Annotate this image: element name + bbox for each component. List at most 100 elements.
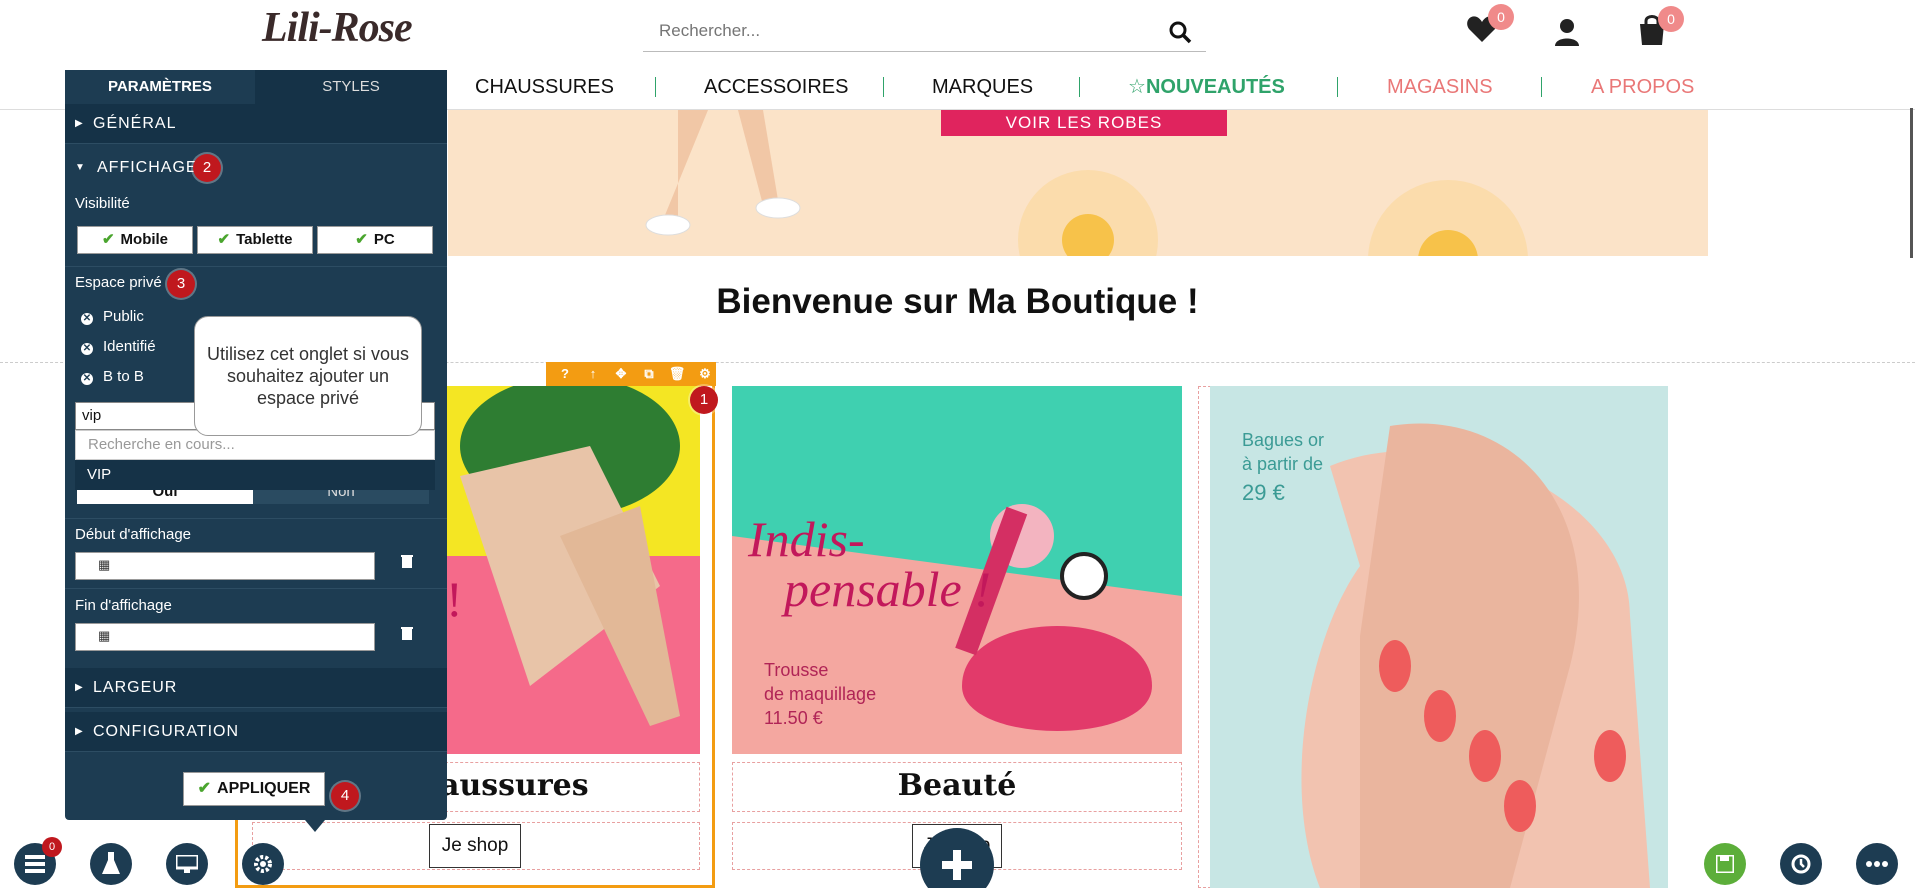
layers-button[interactable]: 0 <box>14 837 62 885</box>
block-toolbar: ? ↑ ✥ ⧉ 🗑 ⚙ <box>546 362 716 386</box>
step-badge-3: 3 <box>167 270 195 298</box>
nav-item-chaussures[interactable]: CHAUSSURES <box>475 72 614 102</box>
option-label: Identifié <box>103 338 156 355</box>
product-image-bagues[interactable]: Bagues or à partir de 29 € <box>1210 386 1668 888</box>
history-button[interactable] <box>1780 843 1822 885</box>
promo-line-1: Indis- <box>747 511 865 567</box>
toggle-label: PC <box>373 231 395 248</box>
trash-glyph <box>401 627 413 640</box>
preview-button[interactable] <box>166 843 208 885</box>
end-date-input[interactable]: ▦ <box>75 623 375 651</box>
more-button[interactable] <box>1856 843 1898 885</box>
flask-icon <box>102 852 120 874</box>
search-result-vip[interactable]: VIP <box>75 460 435 490</box>
settings-button[interactable] <box>242 843 284 885</box>
nav-separator <box>1337 77 1338 97</box>
trash-icon[interactable] <box>401 554 413 573</box>
check-icon: ✔ <box>197 780 212 797</box>
private-space-label: Espace privé <box>75 274 162 291</box>
trash-icon[interactable]: 🗑 <box>666 364 688 384</box>
search-input[interactable] <box>643 12 1143 50</box>
option-public[interactable]: ✕ Public <box>81 308 144 325</box>
caret-right-icon: ▶ <box>75 682 84 693</box>
hands-image: Bagues or à partir de 29 € <box>1242 423 1650 888</box>
svg-text:!: ! <box>446 571 463 627</box>
help-icon[interactable]: ? <box>554 364 576 384</box>
star-icon: ☆ <box>1128 76 1146 98</box>
nav-separator <box>1541 77 1542 97</box>
visibility-pc-toggle[interactable]: ✔ PC <box>317 226 433 254</box>
duplicate-icon[interactable]: ⧉ <box>638 364 660 384</box>
section-label: GÉNÉRAL <box>93 115 177 132</box>
makeup-image: Indis- pensable ! Trousse de maquillage … <box>732 504 1182 754</box>
svg-text:Trousse: Trousse <box>764 660 828 680</box>
save-button[interactable] <box>1704 843 1746 885</box>
panel-tabs: PARAMÈTRES STYLES <box>65 70 447 104</box>
section-configuration[interactable]: ▶ CONFIGURATION <box>65 712 447 752</box>
gear-icon <box>254 855 272 873</box>
monitor-icon <box>176 855 198 873</box>
nav-item-a-propos[interactable]: A PROPOS <box>1591 72 1694 102</box>
remove-icon: ✕ <box>81 343 93 355</box>
panel-pointer <box>305 820 325 832</box>
trash-icon[interactable] <box>401 626 413 645</box>
move-icon[interactable]: ✥ <box>610 364 632 384</box>
nav-item-marques[interactable]: MARQUES <box>932 72 1033 102</box>
gear-icon[interactable]: ⚙ <box>694 364 716 384</box>
hero-banner: VOIR LES ROBES <box>448 110 1708 256</box>
shoes-image: ! <box>440 386 700 726</box>
cart-button[interactable]: 0 <box>1636 6 1684 51</box>
tab-parametres[interactable]: PARAMÈTRES <box>65 70 255 104</box>
settings-panel: PARAMÈTRES STYLES ▶ GÉNÉRAL ▼ AFFICHAGE 2 … <box>65 70 447 832</box>
option-b-to-b[interactable]: ✕ B to B <box>81 368 144 385</box>
banner-button[interactable]: VOIR LES ROBES <box>941 110 1227 136</box>
account-button[interactable] <box>1554 18 1580 51</box>
product-title-chaussures: aussures <box>440 768 589 803</box>
cart-count-badge: 0 <box>1658 6 1684 32</box>
svg-text:Bagues or: Bagues or <box>1242 430 1324 450</box>
option-identifie[interactable]: ✕ Identifié <box>81 338 156 355</box>
divider <box>65 588 447 589</box>
apply-button[interactable]: ✔ APPLIQUER <box>183 772 325 806</box>
move-up-icon[interactable]: ↑ <box>582 364 604 384</box>
tab-styles[interactable]: STYLES <box>255 70 447 104</box>
toggle-oui[interactable]: Oui <box>77 490 253 504</box>
svg-text:11.50 €: 11.50 € <box>764 708 823 728</box>
nav-item-nouveautes[interactable]: ☆NOUVEAUTÉS <box>1128 72 1285 102</box>
step-badge-1: 1 <box>690 386 718 414</box>
option-label: Public <box>103 308 144 325</box>
toggle-label: Tablette <box>236 231 293 248</box>
lab-button[interactable] <box>90 843 132 885</box>
svg-text:à partir de: à partir de <box>1242 454 1323 474</box>
section-label: AFFICHAGE <box>97 159 198 176</box>
check-icon: ✔ <box>101 231 115 248</box>
remove-icon: ✕ <box>81 313 93 325</box>
check-icon: ✔ <box>355 231 368 248</box>
nav-item-accessoires[interactable]: ACCESSOIRES <box>704 72 848 102</box>
caret-right-icon: ▶ <box>75 118 84 129</box>
search-icon[interactable] <box>1168 20 1192 44</box>
site-logo[interactable]: Lili-Rose <box>262 4 413 52</box>
nav-separator <box>883 77 884 97</box>
shop-button-chaussures[interactable]: Je shop <box>429 824 521 868</box>
caret-right-icon: ▶ <box>75 726 84 737</box>
option-label: B to B <box>103 368 144 385</box>
search-bar[interactable] <box>643 12 1206 52</box>
history-icon <box>1791 854 1811 874</box>
visibility-tablet-toggle[interactable]: ✔ Tablette <box>197 226 313 254</box>
floppy-icon <box>1716 855 1734 873</box>
section-affichage[interactable]: ▼ AFFICHAGE <box>65 148 447 188</box>
wishlist-button[interactable]: 0 <box>1466 4 1514 49</box>
remove-icon: ✕ <box>81 373 93 385</box>
section-largeur[interactable]: ▶ LARGEUR <box>65 668 447 708</box>
trash-glyph <box>401 555 413 568</box>
product-image-chaussures[interactable]: ! <box>440 386 700 754</box>
section-general[interactable]: ▶ GÉNÉRAL <box>65 104 447 144</box>
start-date-input[interactable]: ▦ <box>75 552 375 580</box>
toggle-non[interactable]: Non <box>253 490 429 504</box>
nav-item-magasins[interactable]: MAGASINS <box>1387 72 1493 102</box>
scrollbar[interactable] <box>1910 108 1913 258</box>
visibility-mobile-toggle[interactable]: ✔ Mobile <box>77 226 193 254</box>
product-image-beaute[interactable]: Indis- pensable ! Trousse de maquillage … <box>732 386 1182 754</box>
svg-text:de maquillage: de maquillage <box>764 684 876 704</box>
